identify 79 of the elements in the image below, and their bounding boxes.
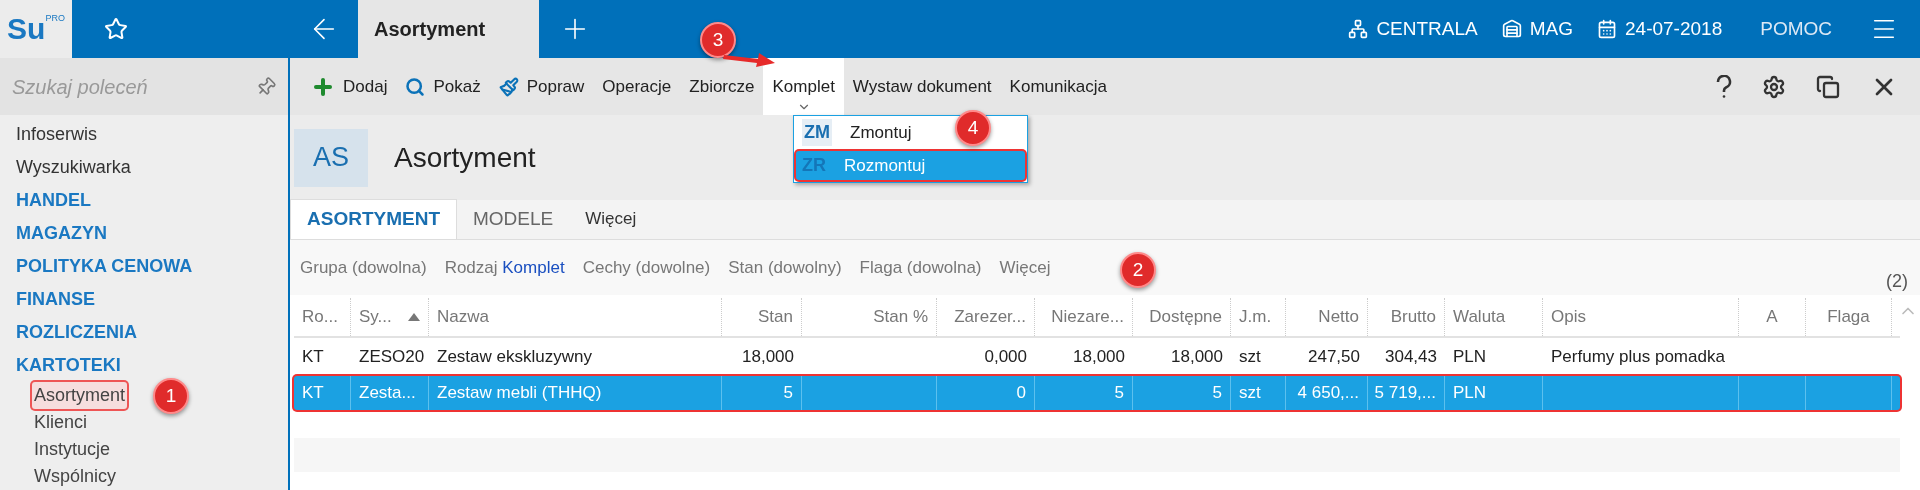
- table-cell-text: 5: [783, 382, 793, 405]
- top-bar-item[interactable]: POMOC: [1760, 14, 1832, 44]
- table-cell-text: szt: [1239, 346, 1261, 369]
- sidebar-item[interactable]: Wspólnicy: [32, 463, 119, 490]
- column-header[interactable]: Waluta: [1445, 298, 1543, 336]
- toolbar-button[interactable]: Popraw: [489, 69, 594, 104]
- page-title: Asortyment: [394, 140, 536, 175]
- table-cell-text: 0,000: [984, 346, 1027, 369]
- table-cell-text: PLN: [1453, 382, 1487, 405]
- column-header[interactable]: Netto: [1286, 298, 1368, 336]
- table-cell-text: Zesta...: [359, 382, 416, 405]
- filter-link[interactable]: Stan (dowolny): [728, 254, 842, 281]
- table-cell-text: ZESO20: [359, 346, 425, 369]
- toolbar-button[interactable]: Dodaj: [302, 69, 397, 104]
- sidebar-item[interactable]: Klienci: [32, 409, 90, 436]
- table-cell-text: 18,000: [742, 346, 794, 369]
- sidebar-item[interactable]: Asortyment: [32, 382, 128, 409]
- sidebar-item[interactable]: Wyszukiwarka: [16, 151, 131, 184]
- sidebar-section[interactable]: POLITYKA CENOWA: [16, 250, 193, 283]
- table-cell-text: Zestaw mebli (THHQ): [437, 382, 602, 405]
- table-row[interactable]: KT ZESO20 Zestaw ekskluzywny 18,000 0,000 18,000 18,000 szt 247,50 304,43 PLN Perfumy plus pomadka: [294, 340, 1900, 374]
- filter-link[interactable]: Flaga (dowolna): [859, 254, 982, 281]
- toolbar-button[interactable]: Operacje: [593, 69, 681, 104]
- table-cell-text: Perfumy plus pomadka: [1551, 346, 1725, 369]
- sidebar-section[interactable]: FINANSE: [16, 283, 95, 316]
- sidebar-section[interactable]: KARTOTEKI: [16, 349, 121, 382]
- module-badge: AS: [294, 128, 368, 187]
- table-cell-text: KT: [302, 382, 324, 405]
- filter-link[interactable]: Więcej: [999, 254, 1051, 281]
- column-header[interactable]: Niezare...: [1035, 298, 1133, 336]
- column-header[interactable]: Dostępne: [1133, 298, 1231, 336]
- toolbar-button[interactable]: Pokaż: [396, 69, 490, 104]
- sidebar-section[interactable]: MAGAZYN: [16, 217, 107, 250]
- top-bar-item[interactable]: MAG: [1529, 14, 1573, 44]
- column-header[interactable]: Opis: [1543, 298, 1739, 336]
- table-cell-text: 5: [1212, 382, 1222, 405]
- table-cell-text: 4 650,...: [1297, 382, 1359, 405]
- top-bar-item[interactable]: 24-07-2018: [1625, 14, 1723, 44]
- table-cell-text: 18,000: [1073, 346, 1125, 369]
- tab[interactable]: MODELE: [457, 199, 570, 239]
- filter-link[interactable]: Grupa (dowolna): [300, 254, 427, 281]
- search-input[interactable]: Szukaj poleceń: [12, 71, 256, 102]
- document-tab[interactable]: Asortyment: [358, 0, 539, 58]
- tab[interactable]: Więcej: [569, 199, 653, 239]
- top-bar-item[interactable]: CENTRALA: [1376, 14, 1478, 44]
- table-cell-text: 304,43: [1385, 346, 1437, 369]
- sidebar-item[interactable]: Instytucje: [32, 436, 113, 463]
- table-cell-text: szt: [1239, 382, 1261, 405]
- column-header[interactable]: Ro...: [294, 298, 351, 336]
- search-field[interactable]: Szukaj poleceń: [0, 58, 288, 115]
- toolbar-button[interactable]: Zbiorcze: [680, 69, 764, 104]
- table-cell-text: KT: [302, 346, 324, 369]
- column-header[interactable]: A: [1739, 298, 1806, 336]
- table-cell-text: 247,50: [1308, 346, 1360, 369]
- column-header[interactable]: Sy...: [351, 298, 429, 336]
- table-cell-text: 5 719,...: [1374, 382, 1436, 405]
- column-header[interactable]: Zarezer...: [937, 298, 1035, 336]
- toolbar-button[interactable]: Komunikacja: [1000, 69, 1116, 104]
- table-row[interactable]: KT Zesta... Zestaw mebli (THHQ) 5 0 5 5 szt 4 650,... 5 719,... PLN: [294, 376, 1900, 410]
- sidebar-item[interactable]: Infoserwis: [16, 118, 98, 151]
- column-header[interactable]: Nazwa: [429, 298, 722, 336]
- sidebar-section[interactable]: ROZLICZENIA: [16, 316, 137, 349]
- column-header[interactable]: Flaga: [1806, 298, 1892, 336]
- filter-link[interactable]: Cechy (dowolne): [582, 254, 711, 281]
- sidebar-section[interactable]: HANDEL: [16, 184, 91, 217]
- tab[interactable]: ASORTYMENT: [290, 199, 457, 239]
- column-header[interactable]: Stan %: [802, 298, 937, 336]
- filter-link[interactable]: Rodzaj Komplet: [444, 254, 565, 281]
- table-cell-text: 0: [1016, 382, 1026, 405]
- table-cell-text: 18,000: [1171, 346, 1223, 369]
- column-header[interactable]: J.m.: [1231, 298, 1286, 336]
- table-cell-text: 5: [1114, 382, 1124, 405]
- toolbar-button[interactable]: Komplet: [763, 58, 844, 115]
- record-count: (2): [1886, 270, 1908, 293]
- table-cell-text: Zestaw ekskluzywny: [437, 346, 592, 369]
- column-header[interactable]: Stan: [722, 298, 802, 336]
- table-cell-text: PLN: [1453, 346, 1487, 369]
- toolbar-button[interactable]: Wystaw dokument: [843, 69, 1001, 104]
- column-header[interactable]: Brutto: [1368, 298, 1445, 336]
